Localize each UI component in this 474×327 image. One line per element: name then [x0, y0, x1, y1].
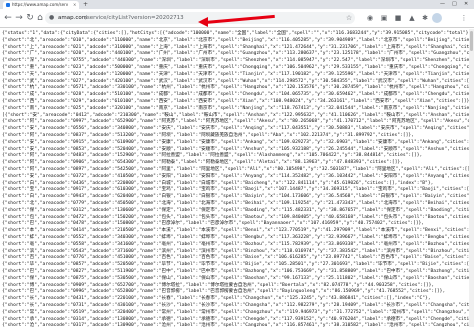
- extension-icon[interactable]: ◉: [364, 12, 376, 24]
- red-arrow-shaft: [204, 14, 275, 24]
- scrollbar-thumb[interactable]: [470, 31, 473, 51]
- maximize-button[interactable]: □: [452, 0, 457, 9]
- extension-icon[interactable]: ▣: [378, 12, 390, 24]
- json-text-line: {"short":"沧","areacode":"0317","adcode":…: [2, 323, 470, 327]
- minimize-button[interactable]: —: [440, 0, 445, 9]
- red-arrow-icon: [198, 17, 208, 27]
- close-window-button[interactable]: ✕: [464, 0, 468, 9]
- tab-close-icon[interactable]: ×: [73, 1, 76, 9]
- bookmark-star-icon[interactable]: ☆: [343, 12, 355, 24]
- vertical-scrollbar[interactable]: [469, 29, 474, 327]
- new-tab-button[interactable]: +: [83, 0, 88, 9]
- extensions-puzzle-icon[interactable]: ✱: [419, 12, 431, 24]
- lock-icon: ●: [49, 14, 55, 21]
- tab-title: https://www.amap.com/serv: [12, 2, 69, 7]
- browser-tab[interactable]: https://www.amap.com/serv ×: [3, 1, 79, 9]
- browser-toolbar: ← → ↻ ⌂ ● amap.com /service/cityList?ver…: [0, 9, 474, 28]
- profile-avatar[interactable]: [432, 13, 442, 23]
- address-bar[interactable]: ● amap.com /service/cityList?version=202…: [45, 12, 355, 27]
- json-response-body: {"status":"1","data":{"cityData":{"citie…: [0, 29, 474, 327]
- extension-icon[interactable]: ■: [392, 12, 404, 24]
- menu-icon[interactable]: ⋮: [458, 12, 470, 24]
- url-path: /service/cityList?version=20202713: [85, 15, 184, 21]
- tab-strip: https://www.amap.com/serv × + — □ ✕: [0, 0, 474, 9]
- extension-icon[interactable]: ▲: [406, 12, 418, 24]
- url-host: amap.com: [58, 15, 88, 21]
- favicon-icon: [6, 3, 10, 7]
